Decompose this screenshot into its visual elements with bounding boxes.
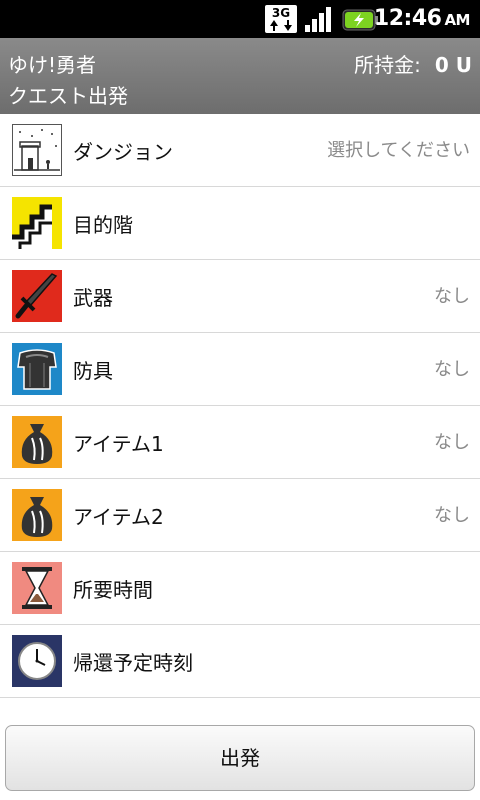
battery-charging-icon bbox=[342, 9, 378, 31]
list-item-target-floor[interactable]: 目的階 bbox=[0, 187, 480, 260]
clock-icon bbox=[12, 635, 62, 687]
money-display: 所持金: 0 U bbox=[354, 49, 472, 78]
ampm-text: AM bbox=[444, 11, 470, 29]
list-item-value: なし bbox=[434, 286, 470, 307]
list-item-label: ダンジョン bbox=[73, 140, 173, 164]
title-header: ゆけ!勇者 クエスト出発 所持金: 0 U bbox=[0, 38, 480, 114]
list-item-label: 武器 bbox=[73, 286, 113, 310]
list-item-dungeon[interactable]: ダンジョン 選択してください bbox=[0, 114, 480, 187]
network-type-text: 3G bbox=[272, 6, 290, 20]
quest-settings-list: ダンジョン 選択してください 目的階 武器 なし 防具 なし アイテム1 なし … bbox=[0, 114, 480, 698]
hourglass-icon bbox=[12, 562, 62, 614]
list-item-weapon[interactable]: 武器 なし bbox=[0, 260, 480, 333]
status-bar: 3G 12:46 AM bbox=[0, 0, 480, 38]
list-item-value: 選択してください bbox=[327, 140, 470, 161]
money-label: 所持金: bbox=[354, 53, 421, 77]
list-item-label: アイテム2 bbox=[73, 505, 164, 529]
item-bag-icon bbox=[12, 489, 62, 541]
signal-strength-icon bbox=[305, 7, 331, 32]
list-item-label: 帰還予定時刻 bbox=[73, 651, 193, 675]
money-value: 0 U bbox=[434, 53, 472, 77]
armor-icon bbox=[12, 343, 62, 395]
app-name: ゆけ!勇者 bbox=[8, 53, 97, 77]
network-3g-icon: 3G bbox=[265, 5, 297, 33]
time-text: 12:46 bbox=[373, 6, 442, 31]
list-item-label: 防具 bbox=[73, 359, 113, 383]
list-item-label: 所要時間 bbox=[73, 578, 153, 602]
stairs-icon bbox=[12, 197, 62, 249]
list-item-value: なし bbox=[434, 359, 470, 380]
dungeon-icon bbox=[12, 124, 62, 176]
item-bag-icon bbox=[12, 416, 62, 468]
list-item-value: なし bbox=[434, 505, 470, 526]
list-item-item-2[interactable]: アイテム2 なし bbox=[0, 479, 480, 552]
list-item-item-1[interactable]: アイテム1 なし bbox=[0, 406, 480, 479]
clock-time: 12:46 AM bbox=[373, 6, 471, 31]
list-item-value: なし bbox=[434, 432, 470, 453]
list-item-label: 目的階 bbox=[73, 213, 133, 237]
depart-button[interactable]: 出発 bbox=[5, 725, 475, 791]
footer-bar: 出発 bbox=[0, 718, 480, 800]
screen-title: クエスト出発 bbox=[8, 84, 128, 108]
sword-icon bbox=[12, 270, 62, 322]
list-item-armor[interactable]: 防具 なし bbox=[0, 333, 480, 406]
list-item-duration[interactable]: 所要時間 bbox=[0, 552, 480, 625]
list-item-return-time[interactable]: 帰還予定時刻 bbox=[0, 625, 480, 698]
list-item-label: アイテム1 bbox=[73, 432, 164, 456]
